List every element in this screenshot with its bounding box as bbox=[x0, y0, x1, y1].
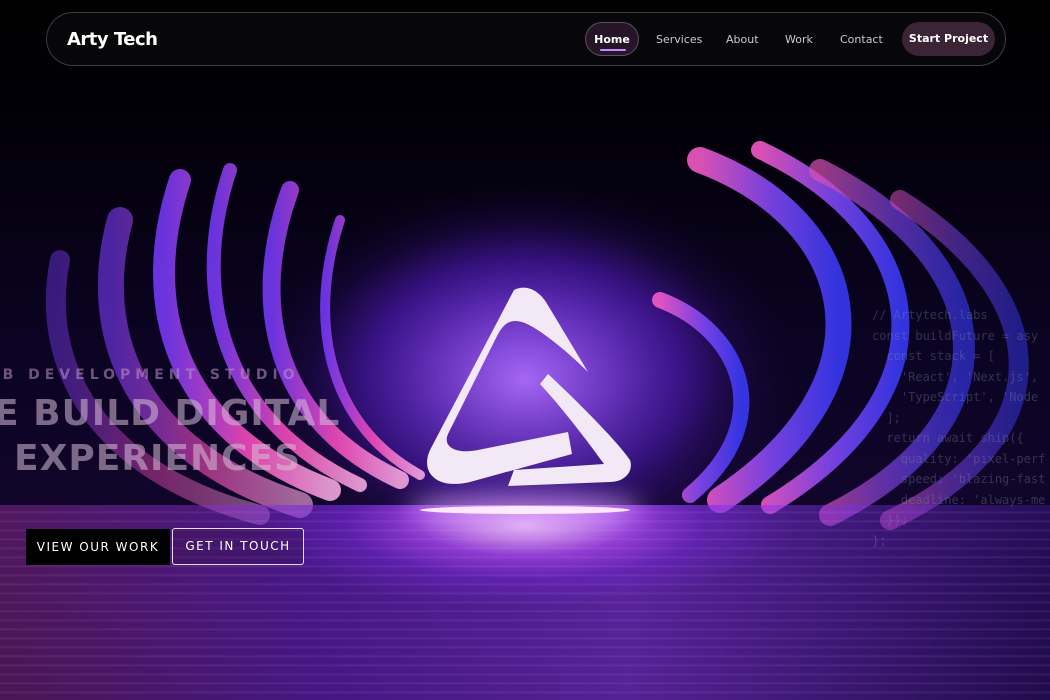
code-line: ]; bbox=[872, 410, 901, 425]
view-our-work-button[interactable]: VIEW OUR WORK bbox=[26, 529, 170, 565]
start-project-button[interactable]: Start Project bbox=[902, 22, 995, 56]
code-line: return await ship({ bbox=[872, 431, 1024, 445]
code-line: const stack = [ bbox=[872, 349, 995, 363]
hero-eyebrow: EB DEVELOPMENT STUDIO bbox=[0, 367, 300, 383]
nav-item-services[interactable]: Services bbox=[656, 33, 702, 46]
triangle-logo-icon bbox=[427, 287, 631, 486]
nav-item-home[interactable]: Home bbox=[585, 22, 639, 56]
code-line: // Artytech.labs bbox=[872, 308, 988, 322]
code-snippet: // Artytech.labs const buildFuture = asy … bbox=[872, 305, 1045, 551]
hero-headline-line2: EXPERIENCES bbox=[14, 438, 302, 479]
nav-item-label: Home bbox=[594, 33, 630, 46]
code-line: }; bbox=[872, 533, 887, 548]
nav-item-contact[interactable]: Contact bbox=[840, 33, 883, 46]
get-in-touch-button[interactable]: GET IN TOUCH bbox=[172, 528, 304, 565]
code-line: 'TypeScript', 'Node bbox=[872, 390, 1039, 404]
code-line: const buildFuture = asy bbox=[872, 328, 1039, 343]
brand-logo[interactable]: Arty Tech bbox=[67, 29, 158, 50]
code-line: 'React', 'Next.js', bbox=[872, 369, 1039, 384]
nav-item-about[interactable]: About bbox=[726, 33, 759, 46]
code-line: speed: 'blazing-fast bbox=[872, 472, 1046, 486]
hero-headline-line1: E BUILD DIGITAL bbox=[0, 393, 341, 434]
horizon-glow bbox=[420, 506, 630, 514]
code-line: }); bbox=[872, 513, 909, 527]
code-line: deadline: 'always-me bbox=[872, 492, 1046, 507]
code-line: quality: 'pixel-perf bbox=[872, 451, 1046, 466]
active-indicator bbox=[600, 49, 626, 51]
nav-item-work[interactable]: Work bbox=[785, 33, 813, 46]
navbar: Arty Tech Home Services About Work Conta… bbox=[46, 12, 1006, 66]
